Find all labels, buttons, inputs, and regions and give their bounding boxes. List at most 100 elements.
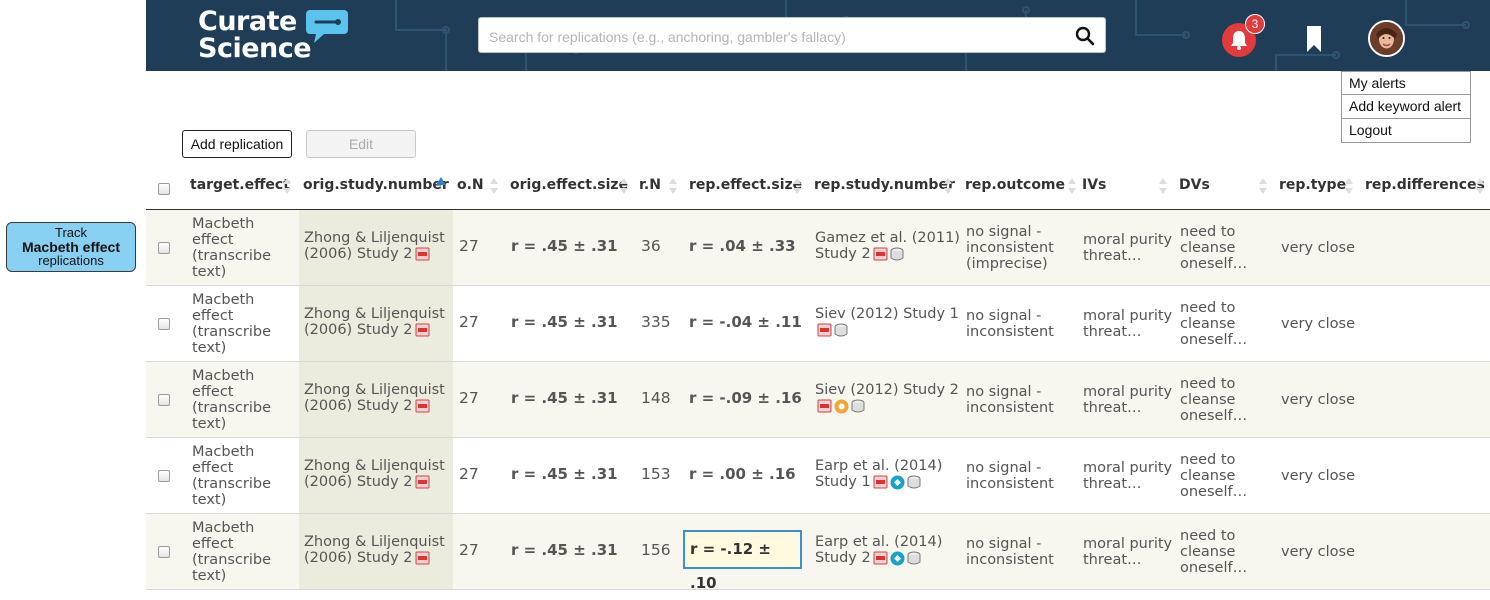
sort-ascending-icon[interactable] bbox=[436, 176, 446, 196]
sort-icon[interactable] bbox=[282, 176, 292, 196]
top-navbar: Curate Science 3 bbox=[146, 0, 1490, 71]
data-icon[interactable] bbox=[834, 323, 848, 338]
row-checkbox[interactable] bbox=[158, 318, 170, 330]
dvs-cell[interactable]: need to cleanse oneself… bbox=[1180, 528, 1247, 576]
orig-study-cell[interactable]: Zhong & Liljenquist (2006) Study 2 bbox=[304, 306, 445, 338]
target-effect-cell: Macbeth effect (transcribe text) bbox=[192, 444, 271, 508]
rep-outcome-line: inconsistent bbox=[966, 476, 1054, 492]
target-effect-line: Macbeth bbox=[192, 520, 255, 536]
pdf-icon[interactable] bbox=[873, 247, 888, 261]
orig-study-cell[interactable]: Zhong & Liljenquist (2006) Study 2 bbox=[304, 534, 445, 566]
rep-type-cell: very close bbox=[1281, 544, 1356, 560]
pdf-icon[interactable] bbox=[415, 551, 430, 565]
table-row[interactable]: Macbeth effect (transcribe text) Zhong & Li… bbox=[146, 210, 1490, 286]
data-icon[interactable] bbox=[851, 399, 865, 414]
row-checkbox[interactable] bbox=[158, 470, 170, 482]
sort-icon[interactable] bbox=[1475, 176, 1485, 196]
ivs-cell[interactable]: moral purity threat… bbox=[1083, 232, 1172, 264]
column-header-rep-differences[interactable]: rep.differences bbox=[1365, 177, 1485, 193]
table-row[interactable]: Macbeth effect (transcribe text) Zhong & Li… bbox=[146, 438, 1490, 514]
column-header-dvs[interactable]: DVs bbox=[1179, 177, 1210, 193]
pdf-icon[interactable] bbox=[415, 399, 430, 413]
pdf-icon[interactable] bbox=[817, 399, 832, 413]
column-header-o-n[interactable]: o.N bbox=[457, 177, 484, 193]
data-icon[interactable] bbox=[890, 247, 904, 262]
data-icon[interactable] bbox=[907, 551, 921, 566]
menu-item-logout[interactable]: Logout bbox=[1341, 119, 1471, 143]
sort-icon[interactable] bbox=[1258, 176, 1268, 196]
table-row[interactable]: Macbeth effect (transcribe text) Zhong & Li… bbox=[146, 286, 1490, 362]
menu-item-add-keyword-alert[interactable]: Add keyword alert bbox=[1341, 95, 1471, 119]
open-materials-badge-icon[interactable] bbox=[890, 551, 905, 566]
pdf-icon[interactable] bbox=[415, 247, 430, 261]
search-bar[interactable] bbox=[478, 17, 1106, 53]
add-replication-button[interactable]: Add replication bbox=[182, 130, 292, 158]
track-replications-button[interactable]: Track Macbeth effect replications bbox=[6, 222, 136, 272]
rep-study-cell[interactable]: Earp et al. (2014) Study 1 bbox=[815, 458, 942, 490]
column-header-target-effect[interactable]: target.effect bbox=[190, 177, 290, 193]
rep-study-cell[interactable]: Siev (2012) Study 2 bbox=[815, 382, 959, 414]
sort-icon[interactable] bbox=[619, 176, 629, 196]
pdf-icon[interactable] bbox=[817, 323, 832, 337]
pdf-icon[interactable] bbox=[415, 323, 430, 337]
column-header-rep-effect-size[interactable]: rep.effect.size bbox=[689, 177, 802, 193]
sort-icon[interactable] bbox=[943, 176, 953, 196]
column-header-ivs[interactable]: IVs bbox=[1082, 177, 1106, 193]
sort-icon[interactable] bbox=[1158, 176, 1168, 196]
table-row[interactable]: Macbeth effect (transcribe text) Zhong & Li… bbox=[146, 514, 1490, 592]
rep-outcome-line: no signal - bbox=[966, 308, 1042, 324]
column-header-orig-effect-size[interactable]: orig.effect.size bbox=[510, 177, 628, 193]
ivs-cell[interactable]: moral purity threat… bbox=[1083, 384, 1172, 416]
pdf-icon[interactable] bbox=[415, 475, 430, 489]
data-icon[interactable] bbox=[907, 475, 921, 490]
user-avatar[interactable] bbox=[1368, 20, 1405, 57]
rep-outcome-cell: no signal - inconsistent (imprecise) bbox=[966, 224, 1054, 272]
column-header-rep-outcome[interactable]: rep.outcome bbox=[965, 177, 1065, 193]
row-checkbox[interactable] bbox=[158, 394, 170, 406]
ivs-cell[interactable]: moral purity threat… bbox=[1083, 308, 1172, 340]
sort-icon[interactable] bbox=[668, 176, 678, 196]
sort-icon[interactable] bbox=[489, 176, 499, 196]
column-header-r-n[interactable]: r.N bbox=[639, 177, 661, 193]
dvs-cell[interactable]: need to cleanse oneself… bbox=[1180, 452, 1247, 500]
sort-icon[interactable] bbox=[1067, 176, 1077, 196]
search-input[interactable] bbox=[487, 25, 1061, 49]
row-checkbox[interactable] bbox=[158, 546, 170, 558]
rep-study-cell[interactable]: Siev (2012) Study 1 bbox=[815, 306, 959, 338]
rep-study-cell[interactable]: Gamez et al. (2011) Study 2 bbox=[815, 230, 960, 262]
row-checkbox[interactable] bbox=[158, 242, 170, 254]
orig-study-cell[interactable]: Zhong & Liljenquist (2006) Study 2 bbox=[304, 230, 445, 262]
rep-study-cell[interactable]: Earp et al. (2014) Study 2 bbox=[815, 534, 942, 566]
table-row[interactable]: Macbeth effect (transcribe text) Zhong & Li… bbox=[146, 362, 1490, 438]
pdf-icon[interactable] bbox=[873, 551, 888, 565]
rep-effect-size-edit-field[interactable]: r = -.12 ± .10 bbox=[683, 530, 802, 592]
edit-button[interactable]: Edit bbox=[306, 130, 416, 158]
pdf-icon[interactable] bbox=[873, 475, 888, 489]
target-effect-line: Macbeth bbox=[192, 292, 255, 308]
sort-icon[interactable] bbox=[792, 176, 802, 196]
open-materials-badge-icon[interactable] bbox=[890, 475, 905, 490]
dvs-cell[interactable]: need to cleanse oneself… bbox=[1180, 376, 1247, 424]
orig-study-cell[interactable]: Zhong & Liljenquist (2006) Study 2 bbox=[304, 458, 445, 490]
orig-study-cell[interactable]: Zhong & Liljenquist (2006) Study 2 bbox=[304, 382, 445, 414]
orig-effect-size-cell: r = .45 ± .31 bbox=[511, 465, 618, 483]
curate-science-logo[interactable]: Curate Science bbox=[198, 8, 312, 62]
sort-icon[interactable] bbox=[1344, 176, 1354, 196]
r-n-cell: 156 bbox=[641, 541, 671, 559]
bookmark-icon[interactable] bbox=[1306, 25, 1322, 53]
menu-item-my-alerts[interactable]: My alerts bbox=[1341, 71, 1471, 95]
dvs-cell[interactable]: need to cleanse oneself… bbox=[1180, 224, 1247, 272]
ivs-cell[interactable]: moral purity threat… bbox=[1083, 536, 1172, 568]
rep-type-cell: very close bbox=[1281, 392, 1356, 408]
rep-effect-size-cell: r = -.09 ± .16 bbox=[689, 389, 802, 407]
column-header-rep-type[interactable]: rep.type bbox=[1279, 177, 1346, 193]
search-icon[interactable] bbox=[1075, 26, 1095, 46]
ivs-cell[interactable]: moral purity threat… bbox=[1083, 460, 1172, 492]
rep-type-cell: very close bbox=[1281, 240, 1356, 256]
column-header-rep-study-number[interactable]: rep.study.number bbox=[814, 177, 955, 193]
preregistration-badge-icon[interactable] bbox=[834, 399, 849, 414]
column-header-orig-study-number[interactable]: orig.study.number bbox=[303, 177, 449, 193]
dvs-cell[interactable]: need to cleanse oneself… bbox=[1180, 300, 1247, 348]
rep-outcome-line: inconsistent bbox=[966, 400, 1054, 416]
select-all-checkbox[interactable] bbox=[158, 183, 170, 195]
